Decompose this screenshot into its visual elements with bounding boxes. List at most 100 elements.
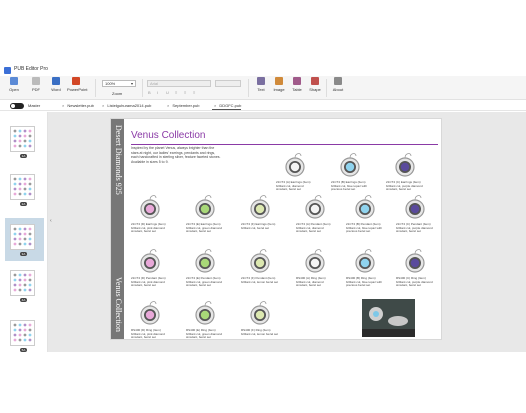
item-caption: 21CT4 (A) Earrings (Item) brilliant cut,…: [276, 180, 311, 192]
format-button[interactable]: ≡: [193, 90, 195, 95]
item-caption: 21CT4 (B) Pendant (Item) brilliant cut, …: [346, 222, 383, 234]
close-icon[interactable]: ×: [62, 103, 64, 108]
insert-table-button[interactable]: Table: [288, 77, 306, 92]
close-icon[interactable]: ×: [102, 103, 104, 108]
page-thumbnail[interactable]: [10, 126, 35, 152]
item-caption: 21CT4 (D) Pendant (Item) brilliant cut, …: [131, 276, 166, 288]
page-thumbnail[interactable]: [10, 270, 35, 296]
button-label: PDF: [32, 87, 40, 92]
catalog-item[interactable]: 21CT4 (B) Earrings (Item) brilliant cut,…: [331, 151, 369, 193]
table-icon: [293, 77, 301, 85]
catalog-item[interactable]: RS400 (C) Ring (Item) brilliant cut, pur…: [396, 247, 434, 289]
pages-sidebar: 1A 2A 3A 4A 5A: [0, 112, 48, 352]
catalog-item[interactable]: 21CT4 (C) Earrings (Item) brilliant cut,…: [386, 151, 424, 193]
catalog-item[interactable]: 21CT4 (E) Pendant (Item) brilliant cut, …: [186, 247, 224, 289]
jewelry-image: [195, 301, 215, 325]
format-button[interactable]: I: [157, 90, 158, 95]
ribbon-separator: [95, 79, 96, 97]
format-button[interactable]: ≡: [175, 90, 177, 95]
collapse-sidebar-icon[interactable]: ‹: [50, 218, 52, 224]
master-toggle[interactable]: [10, 103, 24, 109]
item-caption: 21CT4 (D) Earrings (Item) brilliant cut,…: [131, 222, 166, 234]
title-bar: [0, 0, 526, 74]
font-size-select[interactable]: [215, 80, 241, 87]
catalog-item[interactable]: 21CT4 (C) Pendant (Item) brilliant cut, …: [396, 193, 434, 235]
zoom-select[interactable]: 100% ▾: [102, 80, 136, 87]
catalog-item[interactable]: 21CT4 (F) Earrings (Item) brilliant cut,…: [241, 193, 279, 235]
open-button[interactable]: Open: [5, 77, 23, 92]
about-button[interactable]: About: [329, 77, 347, 92]
jewelry-image: [140, 249, 160, 273]
close-icon[interactable]: ×: [167, 103, 169, 108]
item-caption: RS400 (B) Ring (Item) brilliant cut, blu…: [346, 276, 383, 288]
page-thumbnail[interactable]: [10, 320, 35, 346]
document-tab-bar: Master × Newsletter.pub × Listelguhurama201…: [0, 101, 526, 111]
button-label: Word: [51, 87, 61, 92]
powerpoint-button[interactable]: PowerPoint: [67, 77, 87, 92]
chevron-down-icon: ▾: [130, 81, 133, 86]
catalog-item[interactable]: 21CT4 (A) Earrings (Item) brilliant cut,…: [276, 151, 314, 193]
word-icon: [52, 77, 60, 85]
document-tab[interactable]: × Newsletter.pub: [60, 102, 94, 110]
page-number-badge: 3A: [20, 252, 27, 256]
zoom-value: 100%: [105, 81, 116, 86]
item-caption: RS400 (E) Ring (Item) brilliant cut, gre…: [186, 328, 223, 340]
title-rule: [131, 144, 438, 145]
item-caption: 21CT4 (B) Earrings (Item) brilliant cut,…: [331, 180, 368, 192]
jewelry-image: [405, 249, 425, 273]
catalog-item[interactable]: 21CT4 (D) Pendant (Item) brilliant cut, …: [131, 247, 169, 289]
ribbon-separator: [326, 79, 327, 97]
format-button[interactable]: U: [166, 90, 169, 95]
catalog-item[interactable]: 21CT4 (B) Pendant (Item) brilliant cut, …: [346, 193, 384, 235]
catalog-item[interactable]: RS400 (E) Ring (Item) brilliant cut, gre…: [186, 299, 224, 340]
format-button[interactable]: B: [148, 90, 151, 95]
catalog-item[interactable]: RS400 (B) Ring (Item) brilliant cut, blu…: [346, 247, 384, 289]
button-label: About: [332, 87, 344, 92]
document-page[interactable]: Desert Diamonds 925 Venus Collection Ven…: [110, 118, 442, 340]
item-caption: RS400 (F) Ring (Item) brilliant cut, lem…: [241, 328, 279, 336]
catalog-item[interactable]: 21CT4 (F) Pendant (Item) brilliant cut, …: [241, 247, 279, 289]
insert-shape-button[interactable]: Shape: [306, 77, 324, 92]
page-title: Venus Collection: [131, 130, 206, 141]
jewelry-image: [395, 153, 415, 177]
page-thumbnail[interactable]: [10, 224, 35, 250]
word-button[interactable]: Word: [47, 77, 65, 92]
product-photo: [362, 299, 415, 337]
catalog-item[interactable]: 21CT4 (E) Earrings (Item) brilliant cut,…: [186, 193, 224, 235]
catalog-item[interactable]: RS400 (D) Ring (Item) brilliant cut, pin…: [131, 299, 169, 339]
ribbon: 100% ▾ Zoom Arial Open PDF Word PowerPoint B…: [0, 76, 526, 100]
catalog-item[interactable]: RS400 (F) Ring (Item) brilliant cut, lem…: [241, 299, 279, 339]
insert-image-button[interactable]: Image: [270, 77, 288, 92]
thumbnail-preview: [13, 129, 32, 148]
jewelry-image: [355, 195, 375, 219]
page-number-badge: 4A: [20, 298, 27, 302]
catalog-item[interactable]: 21CT4 (D) Earrings (Item) brilliant cut,…: [131, 193, 169, 235]
format-button[interactable]: ≡: [184, 90, 186, 95]
catalog-item[interactable]: RS400 (A) Ring (Item) brilliant cut, dia…: [296, 247, 334, 289]
jewelry-image: [355, 249, 375, 273]
item-caption: RS400 (A) Ring (Item) brilliant cut, dia…: [296, 276, 326, 288]
item-caption: 21CT4 (F) Pendant (Item) brilliant cut, …: [241, 276, 279, 284]
tab-label: September.pub: [172, 103, 200, 108]
document-tab[interactable]: × September.pub: [165, 102, 199, 110]
jewelry-image: [250, 249, 270, 273]
jewelry-image: [305, 195, 325, 219]
jewelry-image: [285, 153, 305, 177]
button-label: Open: [9, 87, 19, 92]
page-thumbnail[interactable]: [10, 174, 35, 200]
catalog-item[interactable]: 21CT4 (A) Pendant (Item) brilliant cut, …: [296, 193, 334, 235]
button-label: Image: [273, 87, 285, 92]
font-select[interactable]: Arial: [147, 80, 211, 87]
tab-label: DDGFC.pub: [219, 103, 242, 108]
thumbnail-preview: [13, 177, 32, 196]
jewelry-image: [250, 301, 270, 325]
pdf-button[interactable]: PDF: [27, 77, 45, 92]
button-label: Shape: [309, 87, 321, 92]
insert-text-button[interactable]: Text: [252, 77, 270, 92]
close-icon[interactable]: ×: [214, 103, 216, 108]
app-title: PUB Editor Pro: [14, 66, 48, 72]
jewelry-image: [140, 195, 160, 219]
document-tab[interactable]: × DDGFC.pub: [212, 102, 242, 110]
document-tab[interactable]: × Listelguhurama2014.pub: [100, 102, 151, 110]
jewelry-image: [250, 195, 270, 219]
